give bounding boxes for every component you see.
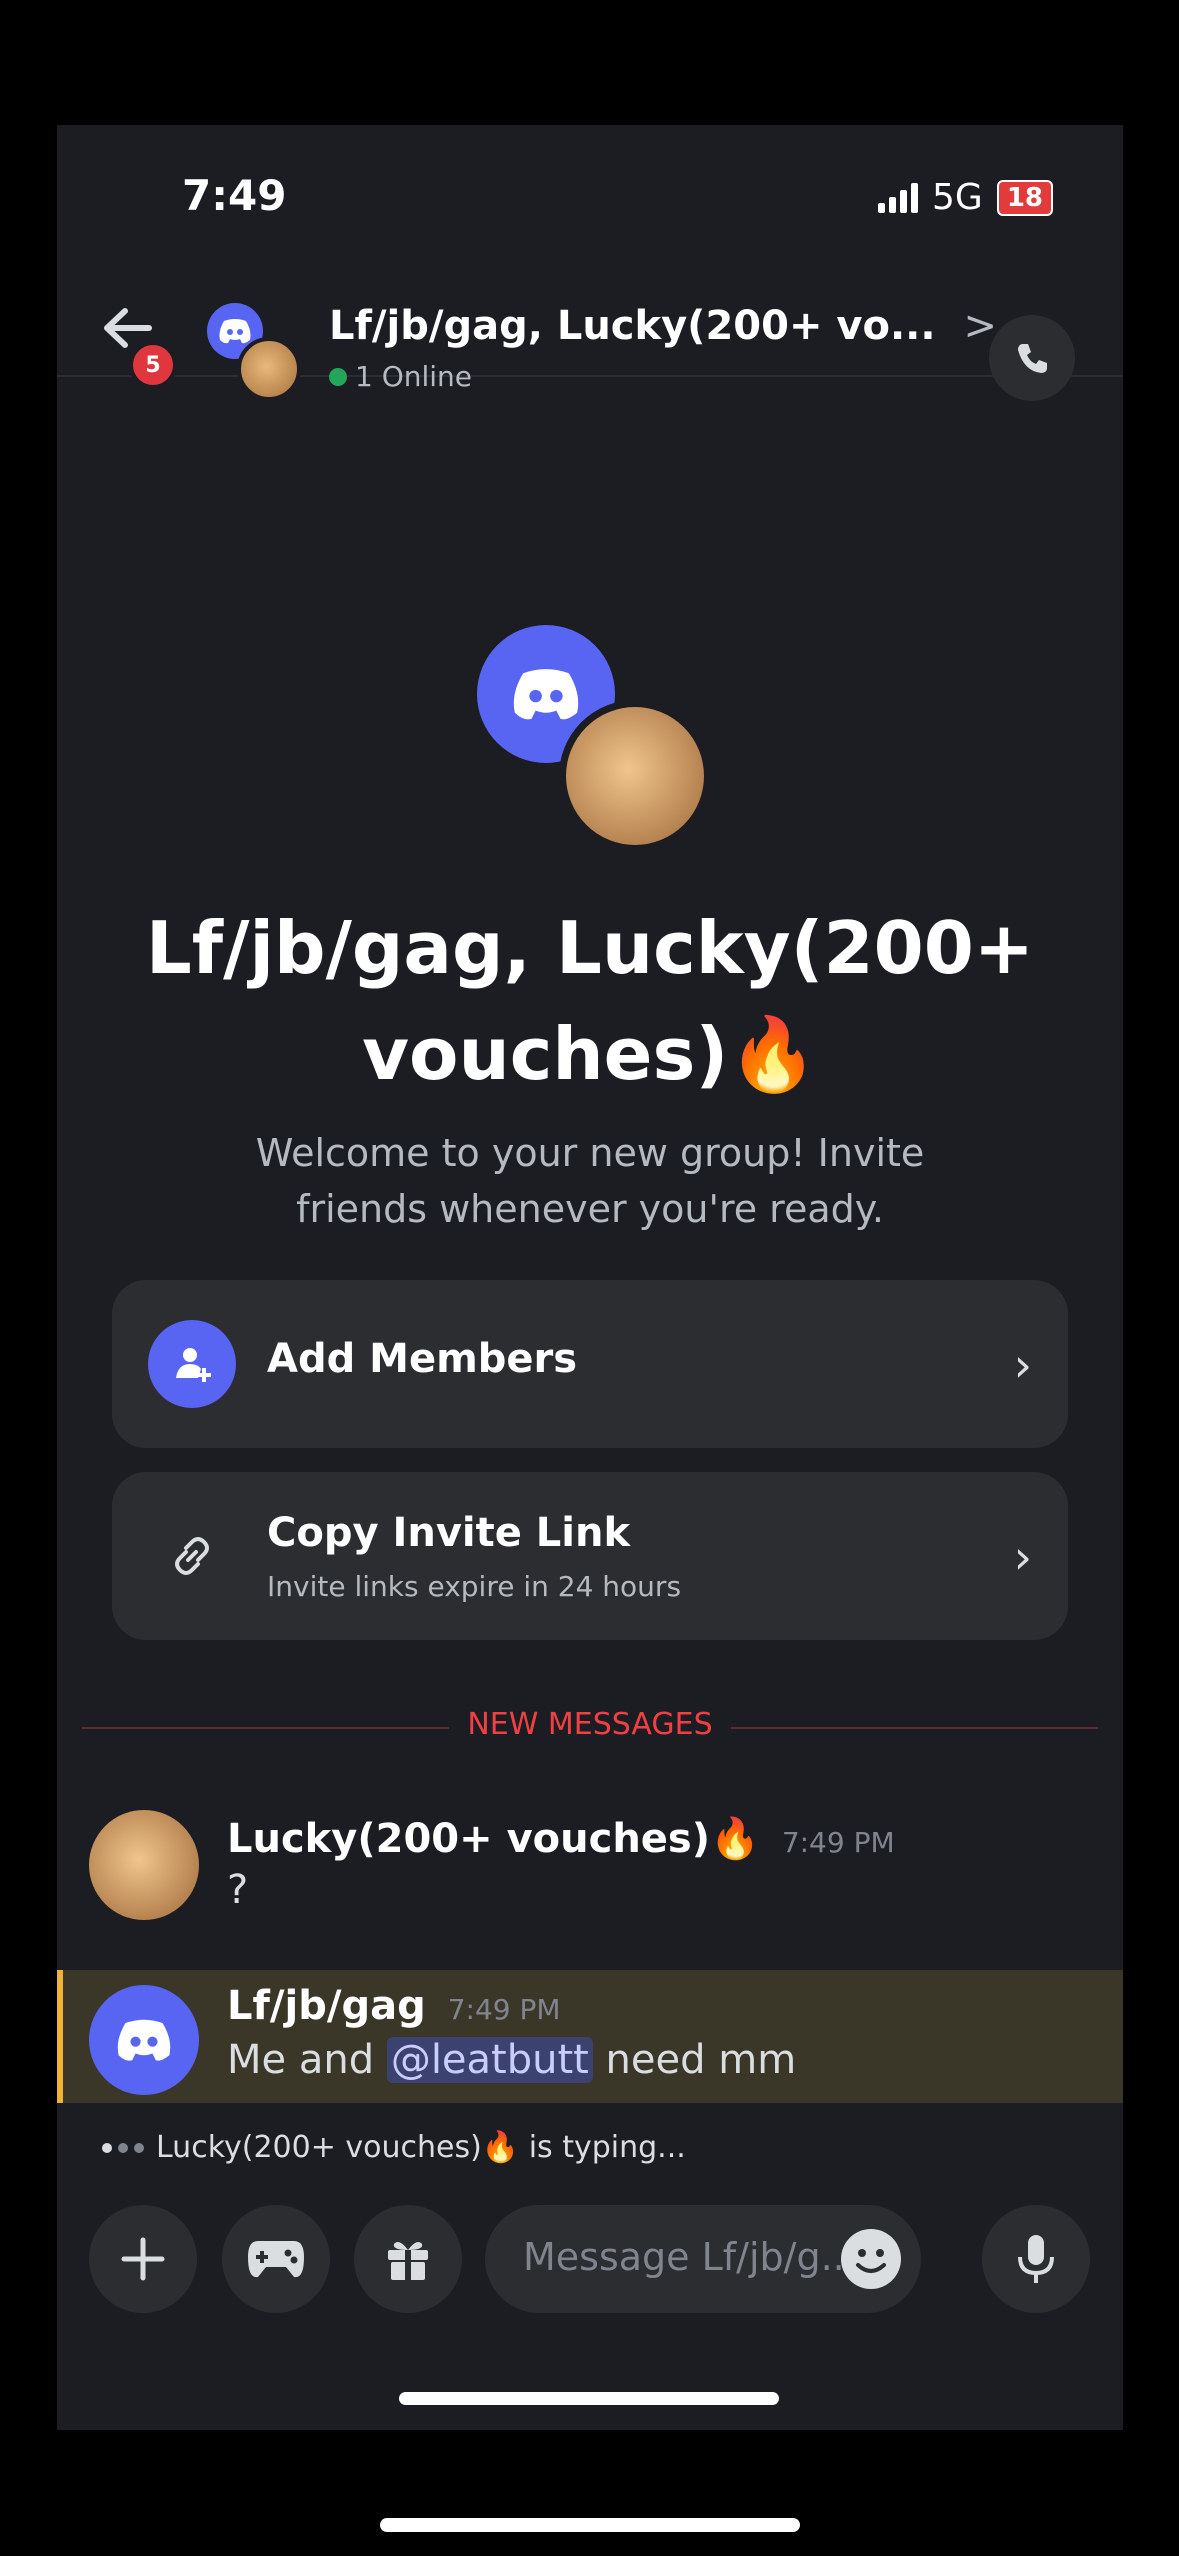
gift-icon[interactable] [354, 2205, 462, 2313]
link-icon [148, 1512, 236, 1600]
online-dot-icon [329, 367, 347, 386]
group-title[interactable]: Lf/jb/gag, Lucky(200+ vo... > [329, 303, 997, 349]
message-header: Lucky(200+ vouches)🔥 7:49 PM [227, 1815, 895, 1862]
group-name-heading: Lf/jb/gag, Lucky(200+ vouches)🔥 [145, 906, 1035, 1096]
message-header: Lf/jb/gag 7:49 PM [227, 1983, 561, 2029]
group-title-text: Lf/jb/gag, Lucky(200+ vo... [329, 303, 936, 349]
message-time: 7:49 PM [447, 1993, 561, 2026]
copy-invite-label: Copy Invite Link [267, 1510, 631, 1556]
microphone-icon[interactable] [982, 2205, 1090, 2313]
phone-call-icon[interactable] [989, 315, 1075, 401]
online-count: 1 Online [355, 360, 473, 393]
chevron-right-icon: › [1013, 1530, 1032, 1584]
user-mention[interactable]: @leatbutt [386, 2037, 593, 2083]
message-text: ? [227, 1867, 249, 1913]
chat-header: 5 Lf/jb/gag, Lucky(200+ vo... > 1 Online [57, 275, 1123, 401]
phone-screen: 7:49 5G 18 5 Lf/jb/gag, Lucky(200+ vo...… [57, 125, 1123, 2430]
signal-icon [878, 182, 918, 213]
typing-indicator: Lucky(200+ vouches)🔥 is typing... [102, 2130, 686, 2165]
message-input-placeholder: Message Lf/jb/g... [523, 2235, 857, 2279]
plus-icon[interactable] [89, 2205, 197, 2313]
message-text-part: Me and [227, 2037, 387, 2083]
network-label: 5G [932, 177, 983, 218]
message-time: 7:49 PM [781, 1826, 895, 1859]
home-indicator [399, 2392, 779, 2405]
invite-expiry-note: Invite links expire in 24 hours [267, 1570, 682, 1603]
copy-invite-link-button[interactable]: Copy Invite Link Invite links expire in … [112, 1472, 1068, 1640]
welcome-text: Welcome to your new group! Invite friend… [255, 1131, 925, 1231]
message-text: Me and @leatbutt need mm [227, 2037, 796, 2083]
avatar[interactable] [89, 1985, 199, 2095]
new-messages-label: NEW MESSAGES [57, 1707, 1123, 1742]
add-user-icon [148, 1320, 236, 1408]
status-indicators: 5G 18 [878, 177, 1053, 218]
status-time: 7:49 [182, 171, 287, 220]
mention-bar [57, 1970, 63, 2103]
typing-dots-icon [102, 2142, 144, 2153]
gamepad-icon[interactable] [222, 2205, 330, 2313]
emoji-icon[interactable] [841, 2229, 901, 2289]
typing-text: Lucky(200+ vouches)🔥 is typing... [156, 2130, 686, 2165]
new-messages-text: NEW MESSAGES [449, 1707, 731, 1742]
message-author[interactable]: Lf/jb/gag [227, 1983, 426, 2029]
message-text-part: need mm [592, 2037, 797, 2083]
battery-icon: 18 [996, 179, 1053, 216]
message-input[interactable]: Message Lf/jb/g... [485, 2205, 921, 2313]
chevron-right-icon: › [1013, 1338, 1032, 1392]
avatar[interactable] [89, 1810, 199, 1920]
avatar [237, 337, 301, 401]
message-author[interactable]: Lucky(200+ vouches)🔥 [227, 1815, 760, 1862]
unread-badge: 5 [129, 341, 177, 389]
home-indicator [380, 2518, 800, 2532]
add-members-label: Add Members [267, 1336, 578, 1382]
online-status: 1 Online [329, 360, 472, 393]
avatar [559, 700, 711, 852]
add-members-button[interactable]: Add Members › [112, 1280, 1068, 1448]
